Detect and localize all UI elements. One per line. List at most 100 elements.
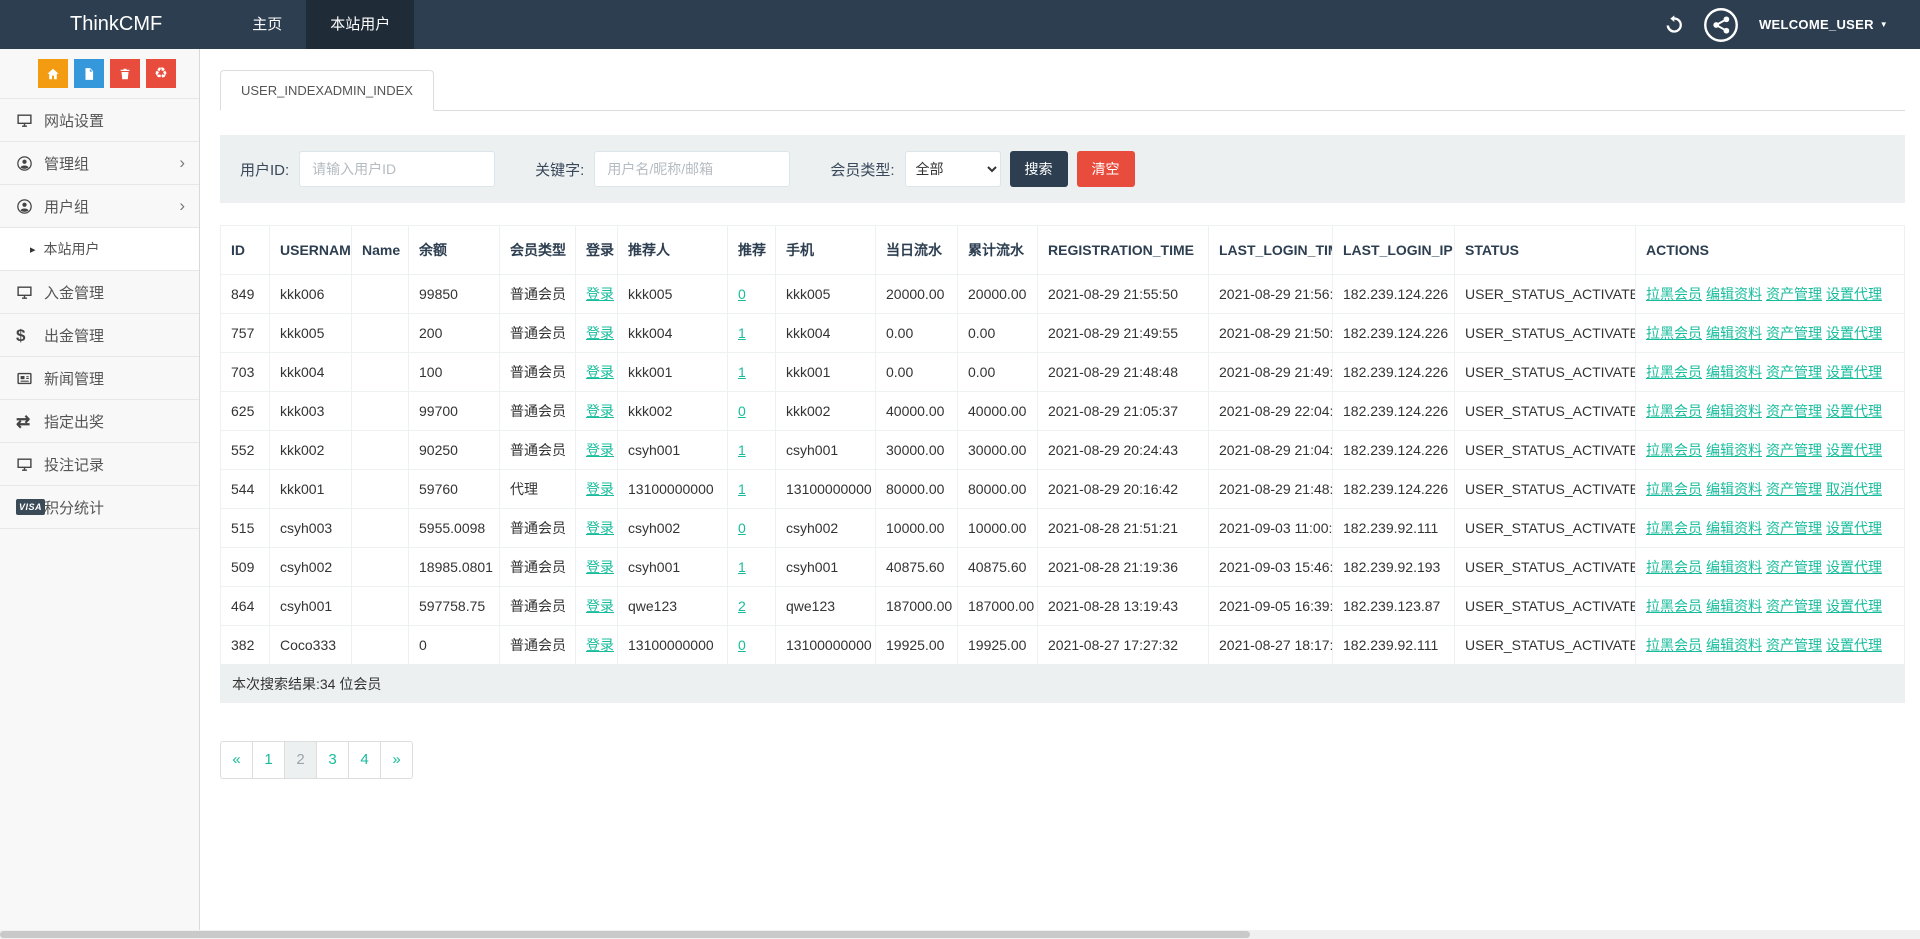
action-link[interactable]: 编辑资料	[1706, 364, 1762, 380]
referral-count-link[interactable]: 1	[738, 325, 746, 341]
user-icon	[16, 155, 44, 172]
sidebar-item-user-group[interactable]: 用户组›	[0, 185, 199, 228]
brand-logo[interactable]: ThinkCMF	[0, 0, 228, 49]
recycle-button[interactable]: ♻	[146, 59, 176, 88]
action-link[interactable]: 拉黑会员	[1646, 598, 1702, 614]
table-row: 625kkk00399700普通会员登录kkk0020kkk00240000.0…	[221, 392, 1905, 431]
action-link[interactable]: 资产管理	[1766, 286, 1822, 302]
action-link[interactable]: 编辑资料	[1706, 520, 1762, 536]
page-button-3[interactable]: 3	[316, 741, 349, 779]
page-button-1[interactable]: 1	[252, 741, 285, 779]
home-button[interactable]	[38, 59, 68, 88]
login-as-user-link[interactable]: 登录	[586, 520, 614, 536]
clear-button[interactable]: 清空	[1077, 151, 1135, 187]
action-link[interactable]: 设置代理	[1826, 403, 1882, 419]
action-link[interactable]: 编辑资料	[1706, 325, 1762, 341]
login-as-user-link[interactable]: 登录	[586, 364, 614, 380]
action-link[interactable]: 设置代理	[1826, 286, 1882, 302]
action-link[interactable]: 拉黑会员	[1646, 442, 1702, 458]
action-link[interactable]: 资产管理	[1766, 598, 1822, 614]
user-avatar-icon[interactable]	[1703, 7, 1739, 43]
referral-count-link[interactable]: 1	[738, 481, 746, 497]
login-as-user-link[interactable]: 登录	[586, 637, 614, 653]
action-link[interactable]: 设置代理	[1826, 325, 1882, 341]
referral-count-link[interactable]: 0	[738, 637, 746, 653]
file-button[interactable]	[74, 59, 104, 88]
user-id-input[interactable]	[299, 151, 495, 187]
cell-last_login_time: 2021-09-05 16:39:17	[1209, 587, 1333, 626]
action-link[interactable]: 资产管理	[1766, 442, 1822, 458]
tab-user-index[interactable]: USER_INDEXADMIN_INDEX	[220, 70, 434, 111]
action-link[interactable]: 资产管理	[1766, 637, 1822, 653]
cell-actions: 拉黑会员编辑资料资产管理设置代理	[1636, 353, 1905, 392]
action-link[interactable]: 拉黑会员	[1646, 403, 1702, 419]
action-link[interactable]: 资产管理	[1766, 325, 1822, 341]
action-link[interactable]: 设置代理	[1826, 559, 1882, 575]
referral-count-link[interactable]: 0	[738, 286, 746, 302]
login-as-user-link[interactable]: 登录	[586, 325, 614, 341]
action-link[interactable]: 拉黑会员	[1646, 481, 1702, 497]
sidebar-item-label: 新闻管理	[44, 368, 104, 389]
sidebar-item-assign-prize[interactable]: ⇄指定出奖	[0, 400, 199, 443]
action-link[interactable]: 编辑资料	[1706, 403, 1762, 419]
referral-count-link[interactable]: 1	[738, 442, 746, 458]
sidebar-item-withdraw-mgmt[interactable]: $出金管理	[0, 314, 199, 357]
action-link[interactable]: 设置代理	[1826, 442, 1882, 458]
action-link[interactable]: 编辑资料	[1706, 559, 1762, 575]
action-link[interactable]: 资产管理	[1766, 403, 1822, 419]
referral-count-link[interactable]: 0	[738, 520, 746, 536]
referral-count-link[interactable]: 2	[738, 598, 746, 614]
login-as-user-link[interactable]: 登录	[586, 481, 614, 497]
action-link[interactable]: 编辑资料	[1706, 481, 1762, 497]
action-link[interactable]: 拉黑会员	[1646, 286, 1702, 302]
sidebar-item-news-mgmt[interactable]: 新闻管理	[0, 357, 199, 400]
action-link[interactable]: 编辑资料	[1706, 442, 1762, 458]
action-link[interactable]: 设置代理	[1826, 520, 1882, 536]
action-link[interactable]: 拉黑会员	[1646, 637, 1702, 653]
login-as-user-link[interactable]: 登录	[586, 286, 614, 302]
user-dropdown[interactable]: WELCOME_USER ▼	[1759, 17, 1888, 32]
action-link[interactable]: 拉黑会员	[1646, 559, 1702, 575]
refresh-icon[interactable]	[1663, 15, 1683, 35]
sidebar-item-site-settings[interactable]: 网站设置	[0, 99, 199, 142]
sidebar-item-deposit-mgmt[interactable]: 入金管理	[0, 271, 199, 314]
referral-count-link[interactable]: 1	[738, 559, 746, 575]
horizontal-scrollbar-thumb[interactable]	[0, 931, 1250, 938]
action-link[interactable]: 设置代理	[1826, 364, 1882, 380]
action-link[interactable]: 资产管理	[1766, 559, 1822, 575]
action-link[interactable]: 编辑资料	[1706, 637, 1762, 653]
login-as-user-link[interactable]: 登录	[586, 559, 614, 575]
action-link[interactable]: 编辑资料	[1706, 598, 1762, 614]
action-link[interactable]: 资产管理	[1766, 364, 1822, 380]
action-link[interactable]: 设置代理	[1826, 637, 1882, 653]
action-link[interactable]: 资产管理	[1766, 520, 1822, 536]
page-button-next[interactable]: »	[380, 741, 413, 779]
login-as-user-link[interactable]: 登录	[586, 598, 614, 614]
action-link[interactable]: 拉黑会员	[1646, 325, 1702, 341]
table-row: 849kkk00699850普通会员登录kkk0050kkk00520000.0…	[221, 275, 1905, 314]
page-button-4[interactable]: 4	[348, 741, 381, 779]
trash-button[interactable]	[110, 59, 140, 88]
action-link[interactable]: 取消代理	[1826, 481, 1882, 497]
sidebar-item-admin-group[interactable]: 管理组›	[0, 142, 199, 185]
login-as-user-link[interactable]: 登录	[586, 442, 614, 458]
sidebar-item-site-users[interactable]: ▸本站用户	[0, 228, 199, 271]
action-link[interactable]: 拉黑会员	[1646, 364, 1702, 380]
referral-count-link[interactable]: 1	[738, 364, 746, 380]
member-type-select[interactable]: 全部	[905, 151, 1001, 187]
page-button-prev[interactable]: «	[220, 741, 253, 779]
action-link[interactable]: 编辑资料	[1706, 286, 1762, 302]
referral-count-link[interactable]: 0	[738, 403, 746, 419]
sidebar-item-points-stats[interactable]: VISA积分统计	[0, 486, 199, 529]
cell-status: USER_STATUS_ACTIVATED	[1455, 587, 1636, 626]
login-as-user-link[interactable]: 登录	[586, 403, 614, 419]
nav-tab-site-users[interactable]: 本站用户	[306, 0, 414, 49]
cell-actions: 拉黑会员编辑资料资产管理设置代理	[1636, 392, 1905, 431]
action-link[interactable]: 拉黑会员	[1646, 520, 1702, 536]
search-button[interactable]: 搜索	[1010, 151, 1068, 187]
action-link[interactable]: 设置代理	[1826, 598, 1882, 614]
nav-tab-home[interactable]: 主页	[228, 0, 306, 49]
keyword-input[interactable]	[594, 151, 790, 187]
action-link[interactable]: 资产管理	[1766, 481, 1822, 497]
sidebar-item-bet-records[interactable]: 投注记录	[0, 443, 199, 486]
